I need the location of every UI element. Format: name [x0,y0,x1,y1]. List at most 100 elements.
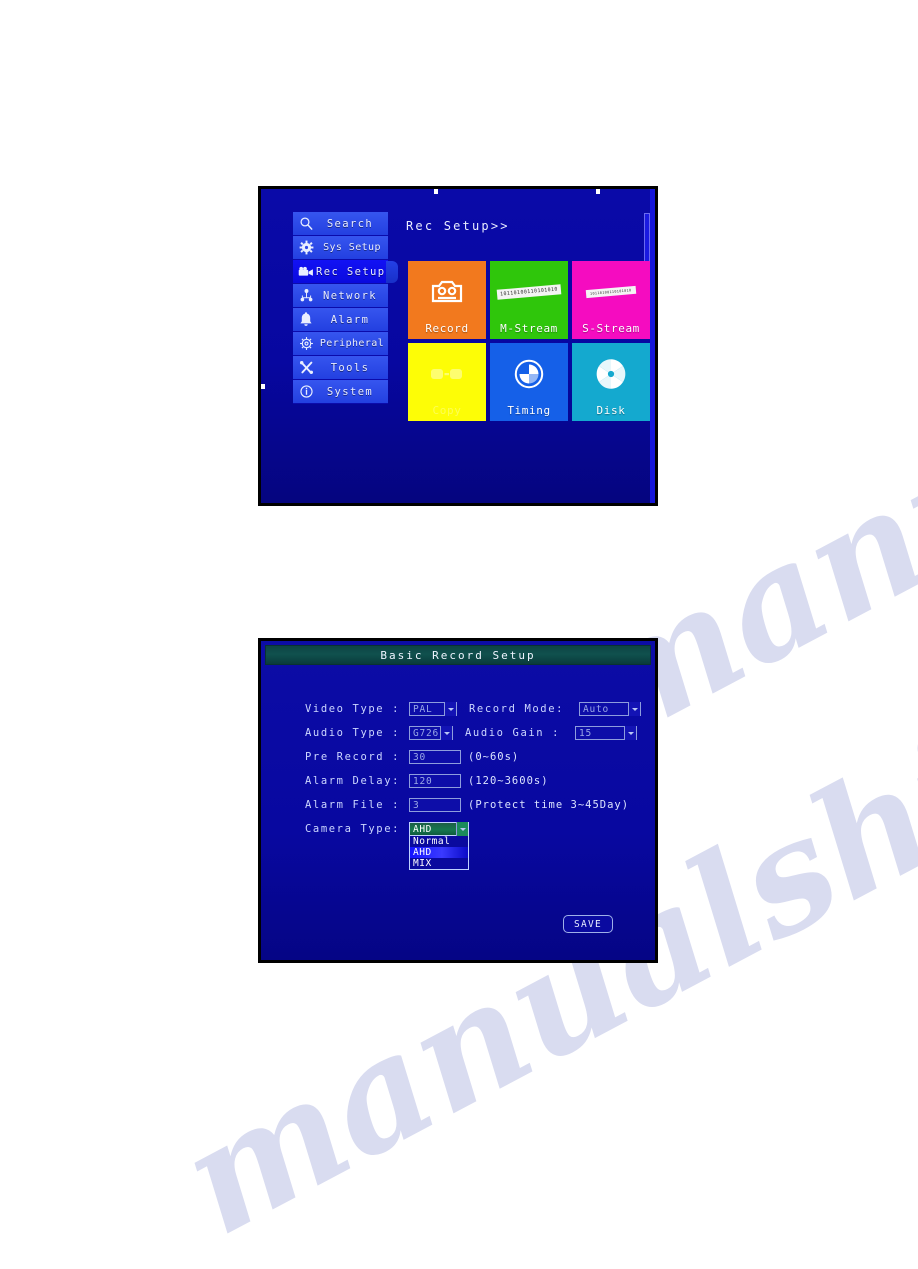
video-type-value: PAL [413,703,433,715]
record-mode-value: Auto [583,703,610,715]
disk-icon [572,355,650,393]
clock-icon [490,355,568,393]
tile-m-stream[interactable]: 10110100110101010 M-Stream [490,261,568,339]
screen-notch-top-right [595,189,600,194]
camera-type-selected[interactable]: AHD [409,822,469,836]
camera-type-option-list: Normal AHD MIX [409,836,469,870]
video-type-select[interactable]: PAL [409,702,457,716]
recorder-icon [408,273,486,311]
record-mode-select[interactable]: Auto [579,702,641,716]
row-pre-record: Pre Record : 30 (0~60s) [305,745,645,769]
audio-type-value: G726 [413,727,440,739]
info-icon [296,382,316,402]
alarm-delay-value: 120 [413,775,433,787]
save-button[interactable]: SAVE [563,915,613,933]
row-video-type: Video Type : PAL Record Mode: Auto [305,697,645,721]
sidebar-item-label: Alarm [330,313,370,326]
audio-gain-select[interactable]: 15 [575,726,637,740]
pre-record-value: 30 [413,751,427,763]
screen-notch-top-left [434,189,439,194]
camera-type-value: AHD [413,823,432,835]
row-audio-type: Audio Type : G726 Audio Gain : 15 [305,721,645,745]
chevron-down-icon[interactable] [456,822,468,836]
alarm-file-value: 3 [413,799,420,811]
alarm-delay-input[interactable]: 120 [409,774,461,788]
sidebar-item-label: Network [322,289,378,302]
basic-record-setup-screen: Basic Record Setup Video Type : PAL Reco… [261,641,655,960]
sidebar-item-search[interactable]: Search [293,212,388,236]
record-mode-label: Record Mode: [469,703,565,715]
sidebar-item-system[interactable]: System [293,380,388,404]
rec-setup-screen: Search Sys Setup Rec Setup Network Alarm… [261,189,655,503]
sidebar-item-tools[interactable]: Tools [293,356,388,380]
camera-type-label: Camera Type: [305,823,401,835]
peripheral-icon [296,334,316,354]
sidebar-item-label: Search [326,217,374,230]
sidebar-item-sys-setup[interactable]: Sys Setup [293,236,388,260]
screen-right-strip [650,189,655,503]
camera-type-option-ahd[interactable]: AHD [410,847,468,858]
page-title: Rec Setup>> [406,219,510,233]
row-alarm-delay: Alarm Delay: 120 (120~3600s) [305,769,645,793]
chevron-down-icon[interactable] [624,726,636,740]
audio-type-label: Audio Type : [305,727,401,739]
stream-strip-text: 10110100110101010 [585,285,637,299]
tile-label: Copy [432,404,462,417]
camera-type-option-mix[interactable]: MIX [410,858,468,869]
tile-s-stream[interactable]: 10110100110101010 S-Stream [572,261,650,339]
row-camera-type: Camera Type: AHD Normal AHD MIX [305,817,645,870]
sidebar-item-peripheral[interactable]: Peripheral [293,332,388,356]
audio-gain-value: 15 [579,727,593,739]
tools-icon [296,358,316,378]
alarm-file-input[interactable]: 3 [409,798,461,812]
tile-label: Record [425,322,469,335]
chevron-down-icon[interactable] [440,726,452,740]
tile-label: S-Stream [582,322,640,335]
sidebar-item-rec-setup[interactable]: Rec Setup [293,260,398,284]
tile-grid: Record 10110100110101010 M-Stream 101101… [408,261,650,421]
camera-type-option-normal[interactable]: Normal [410,836,468,847]
chevron-down-icon[interactable] [444,702,456,716]
row-alarm-file: Alarm File : 3 (Protect time 3~45Day) [305,793,645,817]
alarm-file-hint: (Protect time 3~45Day) [468,799,630,811]
sidebar-item-label: Rec Setup [316,265,386,278]
sidebar-item-alarm[interactable]: Alarm [293,308,388,332]
network-icon [296,286,316,306]
copy-icon [408,355,486,393]
sidebar-item-label: Peripheral [319,338,385,349]
search-icon [296,214,316,234]
document-icon: 10110100110101010 [572,273,650,311]
dialog-body: Video Type : PAL Record Mode: Auto Audio… [305,697,645,950]
screen-notch-left [261,383,265,389]
document-icon: 10110100110101010 [490,273,568,311]
pre-record-input[interactable]: 30 [409,750,461,764]
gear-icon [296,238,316,258]
tile-disk[interactable]: Disk [572,343,650,421]
video-camera-icon [296,262,316,282]
audio-type-select[interactable]: G726 [409,726,453,740]
dialog-title: Basic Record Setup [265,645,651,665]
rec-setup-screenshot: Search Sys Setup Rec Setup Network Alarm… [258,186,658,506]
alarm-file-label: Alarm File : [305,799,401,811]
stream-strip-text: 10110100110101010 [496,284,562,300]
pre-record-hint: (0~60s) [468,751,520,763]
tile-record[interactable]: Record [408,261,486,339]
pre-record-label: Pre Record : [305,751,401,763]
tile-label: Disk [596,404,626,417]
video-type-label: Video Type : [305,703,401,715]
sidebar-item-label: Sys Setup [323,242,381,253]
tile-copy[interactable]: Copy [408,343,486,421]
alarm-delay-label: Alarm Delay: [305,775,401,787]
audio-gain-label: Audio Gain : [465,727,561,739]
sidebar-item-label: Tools [330,361,370,374]
basic-record-setup-screenshot: Basic Record Setup Video Type : PAL Reco… [258,638,658,963]
camera-type-select[interactable]: AHD Normal AHD MIX [409,822,469,870]
tile-label: Timing [507,404,551,417]
alarm-delay-hint: (120~3600s) [468,775,549,787]
sidebar: Search Sys Setup Rec Setup Network Alarm… [293,212,398,404]
bell-icon [296,310,316,330]
chevron-down-icon[interactable] [628,702,640,716]
sidebar-item-label: System [326,385,374,398]
tile-timing[interactable]: Timing [490,343,568,421]
sidebar-item-network[interactable]: Network [293,284,388,308]
